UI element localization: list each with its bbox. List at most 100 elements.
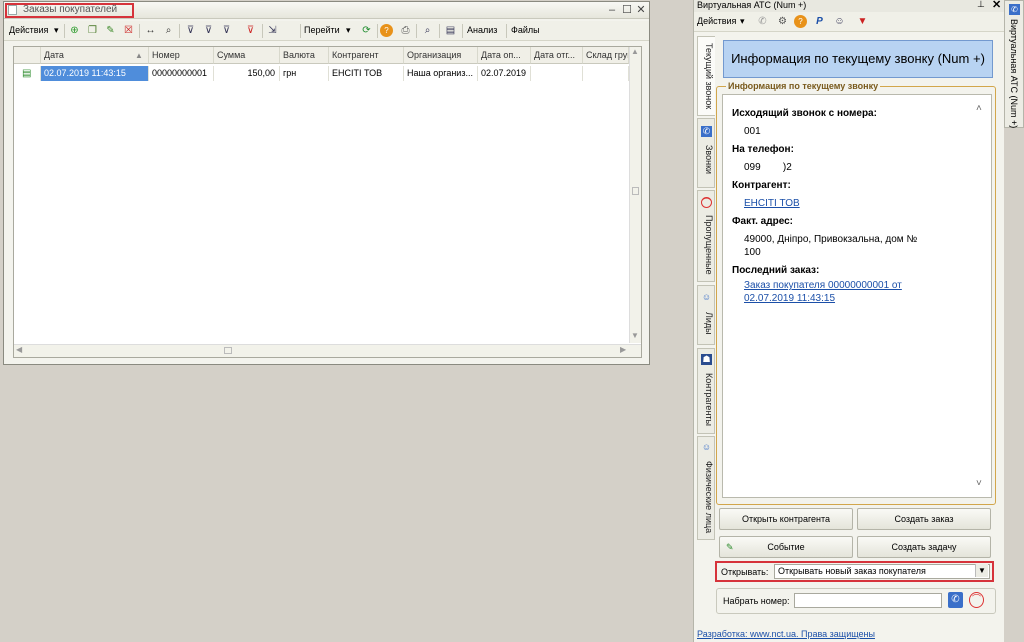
create-order-button[interactable]: Создать заказ xyxy=(857,508,991,530)
counterparties-icon: ☗ xyxy=(701,354,712,365)
filter-icon[interactable]: ⊽ xyxy=(184,24,197,37)
close-icon[interactable]: ✕ xyxy=(992,0,1001,11)
table-header[interactable]: Дата xyxy=(41,47,149,64)
last-order-link-date[interactable]: 02.07.2019 11:43:15 xyxy=(744,293,835,304)
table-header[interactable]: Номер xyxy=(149,47,214,64)
scroll-up-icon[interactable]: ˄ xyxy=(976,103,982,114)
files-button[interactable]: Файлы xyxy=(511,25,540,35)
table-cell[interactable]: ЕНСІТІ ТОВ xyxy=(329,66,404,81)
vertical-scrollbar[interactable]: ▲ ▼ xyxy=(629,47,641,343)
table-header[interactable]: Дата оп... xyxy=(478,47,531,64)
counterparty-label: Контрагент: xyxy=(732,180,791,191)
filter-clear-icon[interactable]: ⊽ xyxy=(244,24,257,37)
copy-icon[interactable]: ❐ xyxy=(86,24,99,37)
parking-icon[interactable]: P xyxy=(813,15,826,28)
pin-icon[interactable]: ⊥ xyxy=(977,0,985,10)
close-icon[interactable]: ✕ xyxy=(635,4,647,16)
tab-counterparties[interactable]: ☗ Контрагенты xyxy=(697,348,715,434)
tab-current-call[interactable]: Текущий звонок xyxy=(697,36,715,116)
maximize-icon[interactable]: ☐ xyxy=(621,4,633,16)
analysis-button[interactable]: Анализ xyxy=(467,25,497,35)
chevron-down-icon[interactable]: ▼ xyxy=(975,564,988,577)
atc-actions-menu[interactable]: Действия xyxy=(697,16,736,26)
scroll-up-icon[interactable]: ▲ xyxy=(631,47,639,56)
table-cell[interactable]: 02.07.2019 xyxy=(478,66,531,81)
incoming-number-label: Исходящий звонок с номера: xyxy=(732,108,877,119)
table-header[interactable]: Организация xyxy=(404,47,478,64)
filter-list-icon[interactable]: ⊽ xyxy=(220,24,233,37)
table-cell[interactable]: грн xyxy=(280,66,329,81)
horizontal-scrollbar[interactable]: ◀ ▶ xyxy=(14,344,641,357)
edit-icon[interactable]: ✎ xyxy=(104,24,117,37)
scroll-thumb[interactable] xyxy=(632,187,639,195)
users-icon[interactable]: ☺ xyxy=(833,15,846,28)
orders-window-title: Заказы покупателей xyxy=(23,4,118,15)
counterparty-link[interactable]: ЕНСІТІ ТОВ xyxy=(744,198,800,209)
minimize-icon[interactable]: ‒ xyxy=(606,4,618,16)
scroll-down-icon[interactable]: ▼ xyxy=(631,331,639,340)
delete-icon[interactable]: ☒ xyxy=(122,24,135,37)
open-counterparty-button[interactable]: Открыть контрагента xyxy=(719,508,853,530)
atc-toolbar: Действия ▾ ✆ ⚙ ? P ☺ ▼ xyxy=(694,12,1005,32)
find-icon[interactable]: ⌕ xyxy=(162,24,175,37)
table-cell[interactable]: 150,00 xyxy=(214,66,280,81)
orders-toolbar: Действия ▾ ⊕ ❐ ✎ ☒ ↔ ⌕ ⊽ ⊽ ⊽ ⊽ ⇲ Перейти… xyxy=(4,21,649,41)
goto-menu[interactable]: Перейти xyxy=(304,25,340,35)
footer-link[interactable]: Разработка: www.nct.ua. Права защищены xyxy=(697,629,875,639)
help-icon[interactable]: ? xyxy=(380,24,393,37)
scroll-right-icon[interactable]: ▶ xyxy=(620,345,626,354)
table-cell[interactable]: 02.07.2019 11:43:15 xyxy=(41,66,149,81)
tab-missed[interactable]: ⌒ Пропущенные xyxy=(697,190,715,282)
table-header[interactable]: Контрагент xyxy=(329,47,404,64)
scroll-down-icon[interactable]: ˅ xyxy=(976,478,982,489)
chevron-down-icon[interactable]: ▾ xyxy=(54,25,59,36)
structure-icon[interactable]: ⇲ xyxy=(266,24,279,37)
dial-label: Набрать номер: xyxy=(723,596,790,606)
orders-table: Дата ▲ Номер Сумма Валюта Контрагент Орг… xyxy=(13,46,642,358)
table-header[interactable]: Сумма xyxy=(214,47,280,64)
last-order-link[interactable]: Заказ покупателя 00000000001 от xyxy=(744,280,902,291)
preview-icon[interactable]: ⌕ xyxy=(421,24,434,37)
report-icon[interactable]: ▤ xyxy=(444,24,457,37)
group-title: Информация по текущему звонку xyxy=(726,81,881,91)
table-header-icon-col xyxy=(14,47,41,64)
table-header[interactable]: Склад груп xyxy=(583,47,629,64)
individuals-icon: ☺ xyxy=(701,442,712,452)
help-icon[interactable]: ? xyxy=(794,15,807,28)
tab-calls[interactable]: ✆ Звонки xyxy=(697,118,715,188)
sort-ascending-icon: ▲ xyxy=(135,51,143,60)
row-document-icon: ▤ xyxy=(14,66,41,81)
chevron-down-icon[interactable]: ▾ xyxy=(740,16,745,27)
current-call-headline[interactable]: Информация по текущему звонку (Num +) xyxy=(723,40,993,78)
add-icon[interactable]: ⊕ xyxy=(68,24,81,37)
phone-icon[interactable]: ✆ xyxy=(756,15,769,28)
table-cell[interactable]: 00000000001 xyxy=(149,66,214,81)
call-icon[interactable]: ✆ xyxy=(948,592,963,608)
chevron-down-icon[interactable]: ▾ xyxy=(346,25,351,36)
dial-number-input[interactable] xyxy=(794,593,942,608)
atc-panel-title: Виртуальная АТС (Num +) xyxy=(697,0,807,10)
open-mode-select[interactable]: Открывать новый заказ покупателя ▼ xyxy=(774,564,990,579)
refresh-icon[interactable]: ⟳ xyxy=(360,24,373,37)
table-cell[interactable] xyxy=(583,66,629,81)
settings-icon[interactable]: ⚙ xyxy=(776,15,789,28)
hangup-icon[interactable]: ⌒ xyxy=(969,592,984,608)
tab-individuals[interactable]: ☺ Физические лица xyxy=(697,436,715,540)
create-task-button[interactable]: Создать задачу xyxy=(857,536,991,558)
tab-leads[interactable]: ☺ Лиды xyxy=(697,285,715,345)
interval-icon[interactable]: ↔ xyxy=(144,24,157,37)
filter-value-icon[interactable]: ⊽ xyxy=(202,24,215,37)
event-button[interactable]: ✎ Событие xyxy=(719,536,853,558)
table-header[interactable]: Валюта xyxy=(280,47,329,64)
print-icon[interactable]: ⎙ xyxy=(399,24,412,37)
scroll-thumb[interactable] xyxy=(224,347,232,354)
pencil-icon: ✎ xyxy=(726,542,734,552)
table-cell[interactable]: Наша организ... xyxy=(404,66,478,81)
table-header[interactable]: Дата отг... xyxy=(531,47,583,64)
marker-icon[interactable]: ▼ xyxy=(856,15,869,28)
actions-menu[interactable]: Действия xyxy=(9,25,48,35)
scroll-left-icon[interactable]: ◀ xyxy=(16,345,22,354)
table-cell[interactable] xyxy=(531,66,583,81)
collapsed-atc-tab[interactable]: ✆ Виртуальная АТС (Num +) xyxy=(1004,0,1024,128)
orders-titlebar: Заказы покупателей ‒ ☐ ✕ xyxy=(4,2,649,19)
